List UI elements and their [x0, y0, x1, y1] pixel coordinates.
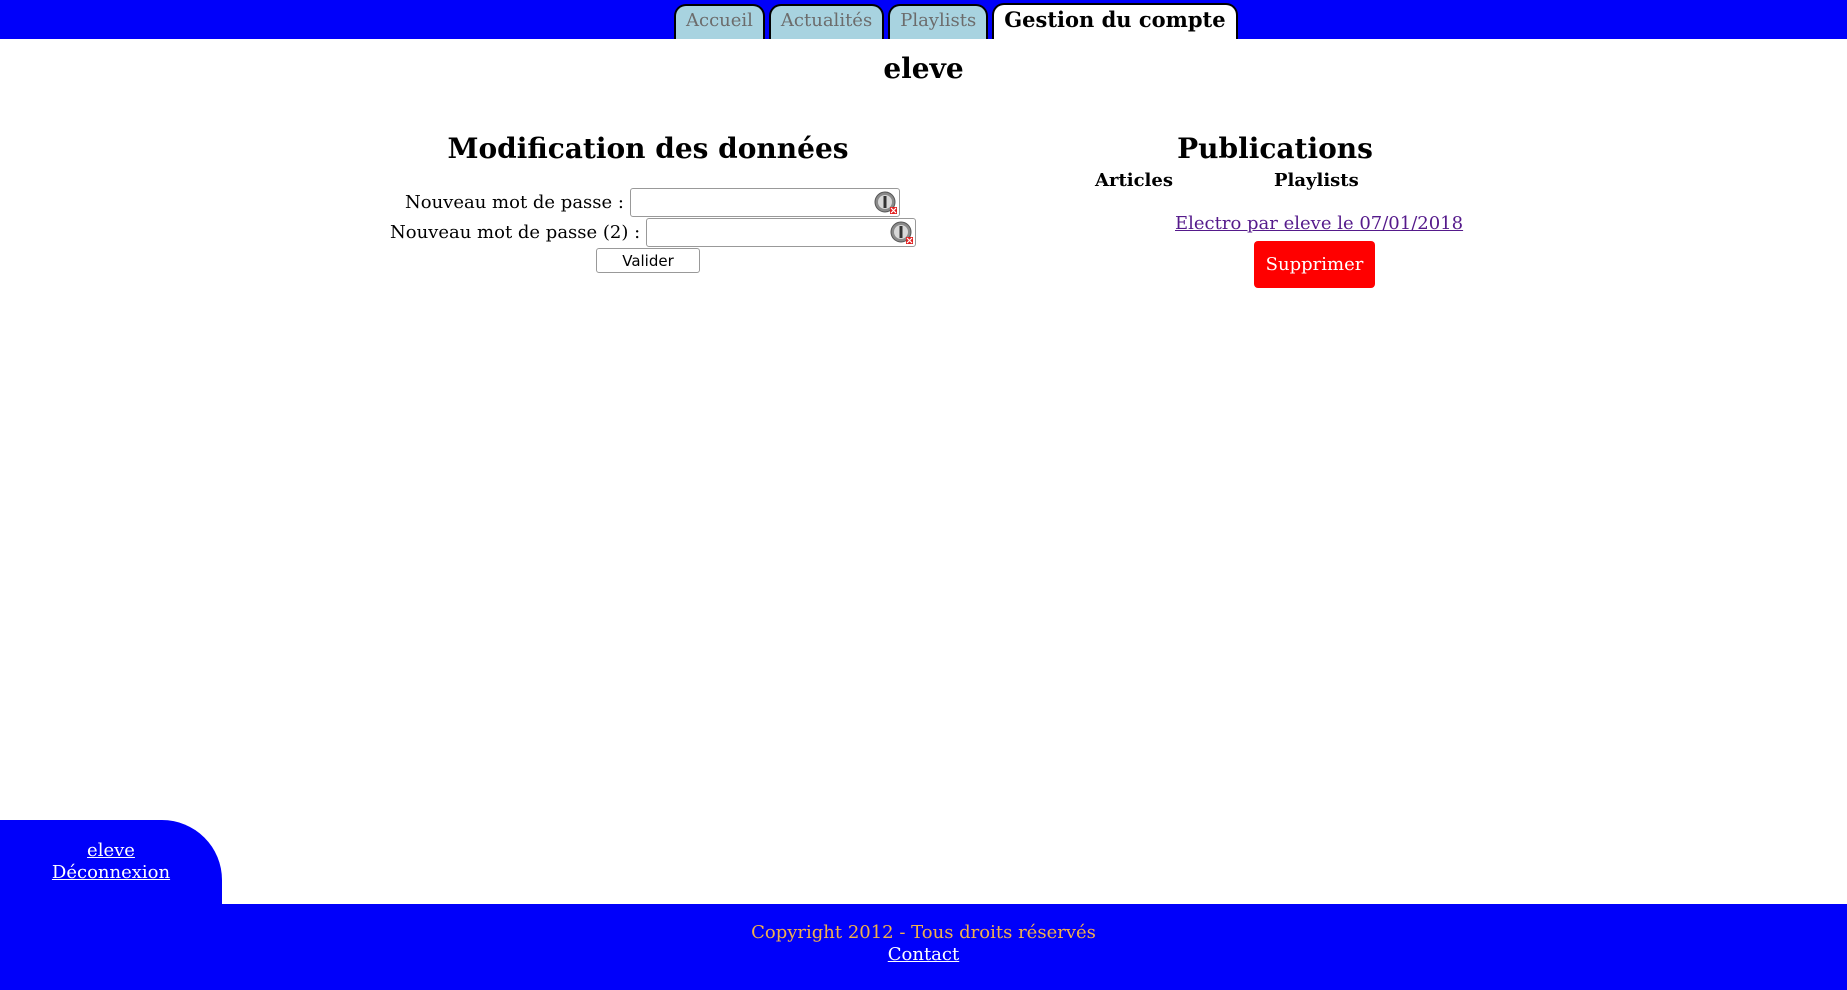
user-box: eleve Déconnexion: [0, 820, 222, 910]
account-form-heading: Modification des données: [447, 132, 849, 165]
password-input[interactable]: [630, 189, 871, 216]
playlist-link[interactable]: Electro par eleve le 07/01/2018: [1175, 213, 1463, 234]
password-confirm-field[interactable]: [646, 218, 917, 247]
password-field[interactable]: [629, 188, 900, 217]
tab-gestion-du-compte[interactable]: Gestion du compte: [992, 3, 1238, 39]
tab-accueil[interactable]: Accueil: [674, 4, 765, 39]
publications-heading: Publications: [1177, 132, 1373, 165]
delete-button[interactable]: Supprimer: [1254, 241, 1375, 288]
username-link[interactable]: eleve: [0, 840, 222, 862]
password-label: Nouveau mot de passe :: [405, 192, 624, 213]
contact-container: Contact: [0, 944, 1847, 965]
password-confirm-row: Nouveau mot de passe (2) :: [390, 218, 917, 247]
password-row: Nouveau mot de passe :: [405, 188, 900, 217]
tab-playlists[interactable]: Playlists: [888, 4, 989, 39]
page-title: eleve: [883, 52, 964, 85]
tab-actualites[interactable]: Actualités: [768, 4, 885, 39]
footer: Copyright 2012 - Tous droits réservés Co…: [0, 904, 1847, 990]
logout-link[interactable]: Déconnexion: [0, 862, 222, 884]
submit-button[interactable]: Valider: [596, 248, 700, 273]
articles-column-header: Articles: [1095, 170, 1173, 191]
top-navigation-bar: Accueil Actualités Playlists Gestion du …: [0, 0, 1847, 39]
playlists-column-header: Playlists: [1274, 170, 1359, 191]
copyright-text: Copyright 2012 - Tous droits réservés: [751, 922, 1096, 943]
password-confirm-input[interactable]: [647, 219, 888, 246]
account-form-section: Modification des données: [348, 132, 948, 165]
contact-link[interactable]: Contact: [888, 944, 959, 965]
password-manager-icon[interactable]: [890, 221, 914, 245]
password-confirm-label: Nouveau mot de passe (2) :: [390, 222, 641, 243]
nav-tabs: Accueil Actualités Playlists Gestion du …: [674, 3, 1242, 39]
password-manager-icon[interactable]: [874, 191, 898, 215]
